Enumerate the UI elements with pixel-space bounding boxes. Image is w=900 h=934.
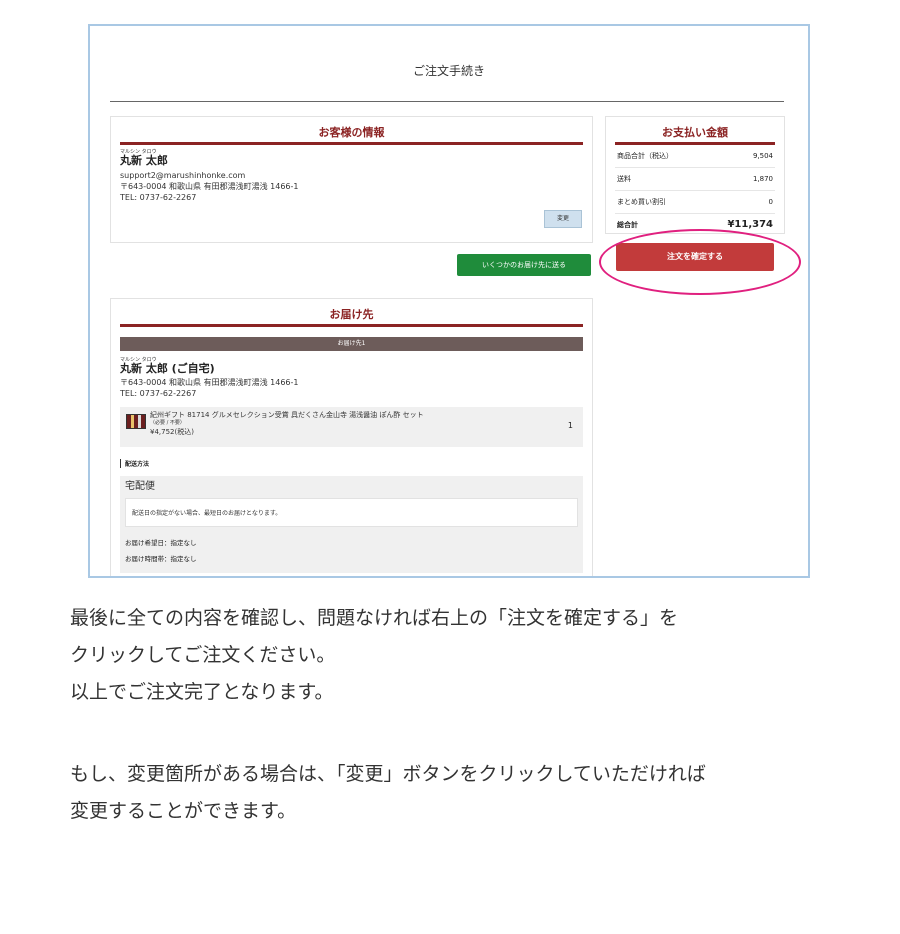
payment-row-discount: まとめ買い割引 0: [615, 191, 775, 214]
payment-row-shipping: 送料 1,870: [615, 168, 775, 191]
product-title[interactable]: 紀州ギフト 81714 グルメセレクション受賞 具だくさん金山寺 湯浅醤油 ぽん…: [150, 410, 550, 420]
product-thumbnail: [126, 414, 146, 429]
instruction-line-1: 最後に全ての内容を確認し、問題なければ右上の「注文を確定する」を: [70, 607, 679, 629]
customer-address: 〒643-0004 和歌山県 有田郡湯浅町湯浅 1466-1: [120, 182, 299, 191]
customer-info-heading: お客様の情報: [318, 126, 385, 139]
customer-info-panel: お客様の情報 マルシン タロウ 丸新 太郎 support2@marushinh…: [110, 116, 593, 243]
payment-panel: お支払い金額 商品合計（税込） 9,504 送料 1,870 まとめ買い割引 0…: [605, 116, 785, 234]
delivery-method-box: 宅配便 配送日の指定がない場合、最短日のお届けとなります。 お届け希望日：指定な…: [120, 476, 583, 573]
product-row: 紀州ギフト 81714 グルメセレクション受賞 具だくさん金山寺 湯浅醤油 ぽん…: [120, 407, 583, 447]
instruction-line-5: 変更することができます。: [70, 800, 297, 822]
change-button[interactable]: 変更: [544, 210, 582, 228]
instruction-line-4: もし、変更箇所がある場合は、「変更」ボタンをクリックしていただければ: [70, 763, 706, 785]
product-quantity: 1: [567, 421, 573, 430]
highlight-circle: [599, 229, 801, 295]
product-price: ¥4,752(税込): [150, 428, 194, 436]
delivery-heading: お届け先: [329, 308, 374, 321]
payment-row-label: まとめ買い割引: [617, 198, 666, 206]
payment-heading: お支払い金額: [662, 126, 728, 139]
instruction-line-3: 以上でご注文完了となります。: [70, 681, 334, 703]
payment-row-value: 1,870: [752, 175, 773, 183]
order-screenshot: ご注文手続き お客様の情報 マルシン タロウ 丸新 太郎 support2@ma…: [88, 24, 810, 578]
tab-delivery-1[interactable]: お届け先1: [120, 337, 583, 351]
recipient-name: 丸新 太郎 (ご自宅): [120, 362, 215, 375]
delivery-date[interactable]: お届け希望日：指定なし: [125, 535, 578, 551]
delivery-rule: [120, 324, 583, 327]
payment-row-label: 送料: [617, 175, 631, 183]
payment-row-label: 商品合計（税込）: [617, 152, 673, 160]
delivery-time[interactable]: お届け時間帯：指定なし: [125, 551, 578, 567]
payment-row-label: 総合計: [617, 221, 638, 229]
customer-email: support2@marushinhonke.com: [120, 171, 246, 180]
delivery-notice: 配送日の指定がない場合、最短日のお届けとなります。: [125, 498, 578, 527]
delivery-panel: お届け先 お届け先1 マルシン タロウ 丸新 太郎 (ご自宅) 〒643-000…: [110, 298, 593, 576]
product-option: （必要 / 不要）: [150, 420, 185, 426]
customer-name: 丸新 太郎: [120, 154, 168, 167]
page-title: ご注文手続き: [412, 64, 485, 78]
multi-ship-button[interactable]: いくつかのお届け先に送る: [457, 254, 591, 276]
payment-row-value: 9,504: [752, 152, 773, 160]
payment-row-value: 0: [768, 198, 773, 206]
instruction-line-2: クリックしてご注文ください。: [70, 644, 336, 666]
payment-row-subtotal: 商品合計（税込） 9,504: [615, 145, 775, 168]
delivery-method-label: 配送方法: [120, 459, 583, 468]
customer-tel: TEL: 0737-62-2267: [120, 193, 197, 202]
title-divider: [110, 101, 784, 102]
recipient-tel: TEL: 0737-62-2267: [120, 389, 197, 398]
delivery-method-name: 宅配便: [125, 481, 155, 492]
recipient-address: 〒643-0004 和歌山県 有田郡湯浅町湯浅 1466-1: [120, 378, 299, 387]
